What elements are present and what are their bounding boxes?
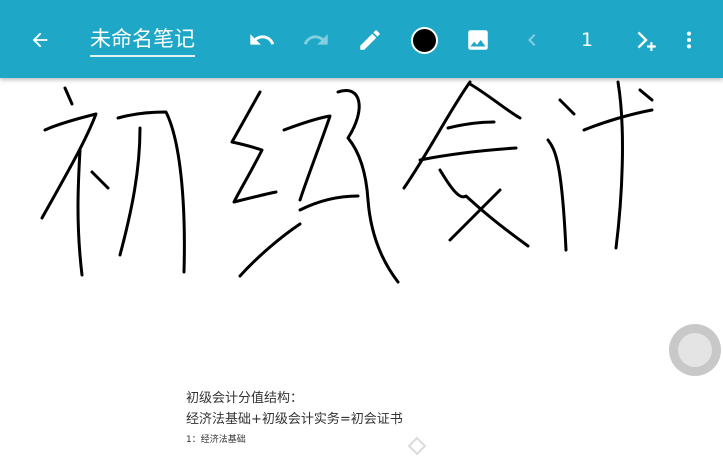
page-number: 1	[580, 29, 594, 51]
previous-page-button[interactable]	[516, 20, 548, 60]
document-line: 1：经济法基础	[186, 435, 246, 445]
scroll-handle[interactable]	[669, 324, 721, 376]
redo-button[interactable]	[298, 20, 334, 60]
pen-color-button[interactable]	[406, 20, 442, 60]
more-options-button[interactable]	[678, 20, 700, 60]
toolbar: 未命名笔记 1	[0, 0, 723, 78]
pen-button[interactable]	[352, 20, 388, 60]
note-title: 未命名笔记	[90, 25, 195, 57]
add-page-button[interactable]	[628, 20, 664, 60]
image-icon	[468, 30, 488, 50]
color-swatch	[410, 26, 438, 54]
more-vert-icon	[686, 31, 692, 49]
document-text: 初级会计分值结构： 经济法基础+初级会计实务=初会证书 1：经济法基础	[186, 389, 403, 449]
chevron-left-icon	[528, 34, 536, 46]
pencil-icon	[360, 30, 380, 50]
insert-image-button[interactable]	[460, 20, 496, 60]
document-line: 初级会计分值结构：	[186, 391, 304, 406]
undo-button[interactable]	[244, 20, 280, 60]
note-title-field[interactable]: 未命名笔记	[90, 22, 203, 60]
document-line: 经济法基础+初级会计实务=初会证书	[186, 412, 403, 427]
undo-icon	[250, 34, 275, 45]
add-page-icon	[637, 31, 656, 51]
redo-icon	[303, 34, 328, 45]
page-corner-mark	[407, 436, 427, 456]
back-button[interactable]	[22, 20, 58, 60]
arrow-left-icon	[32, 32, 48, 48]
